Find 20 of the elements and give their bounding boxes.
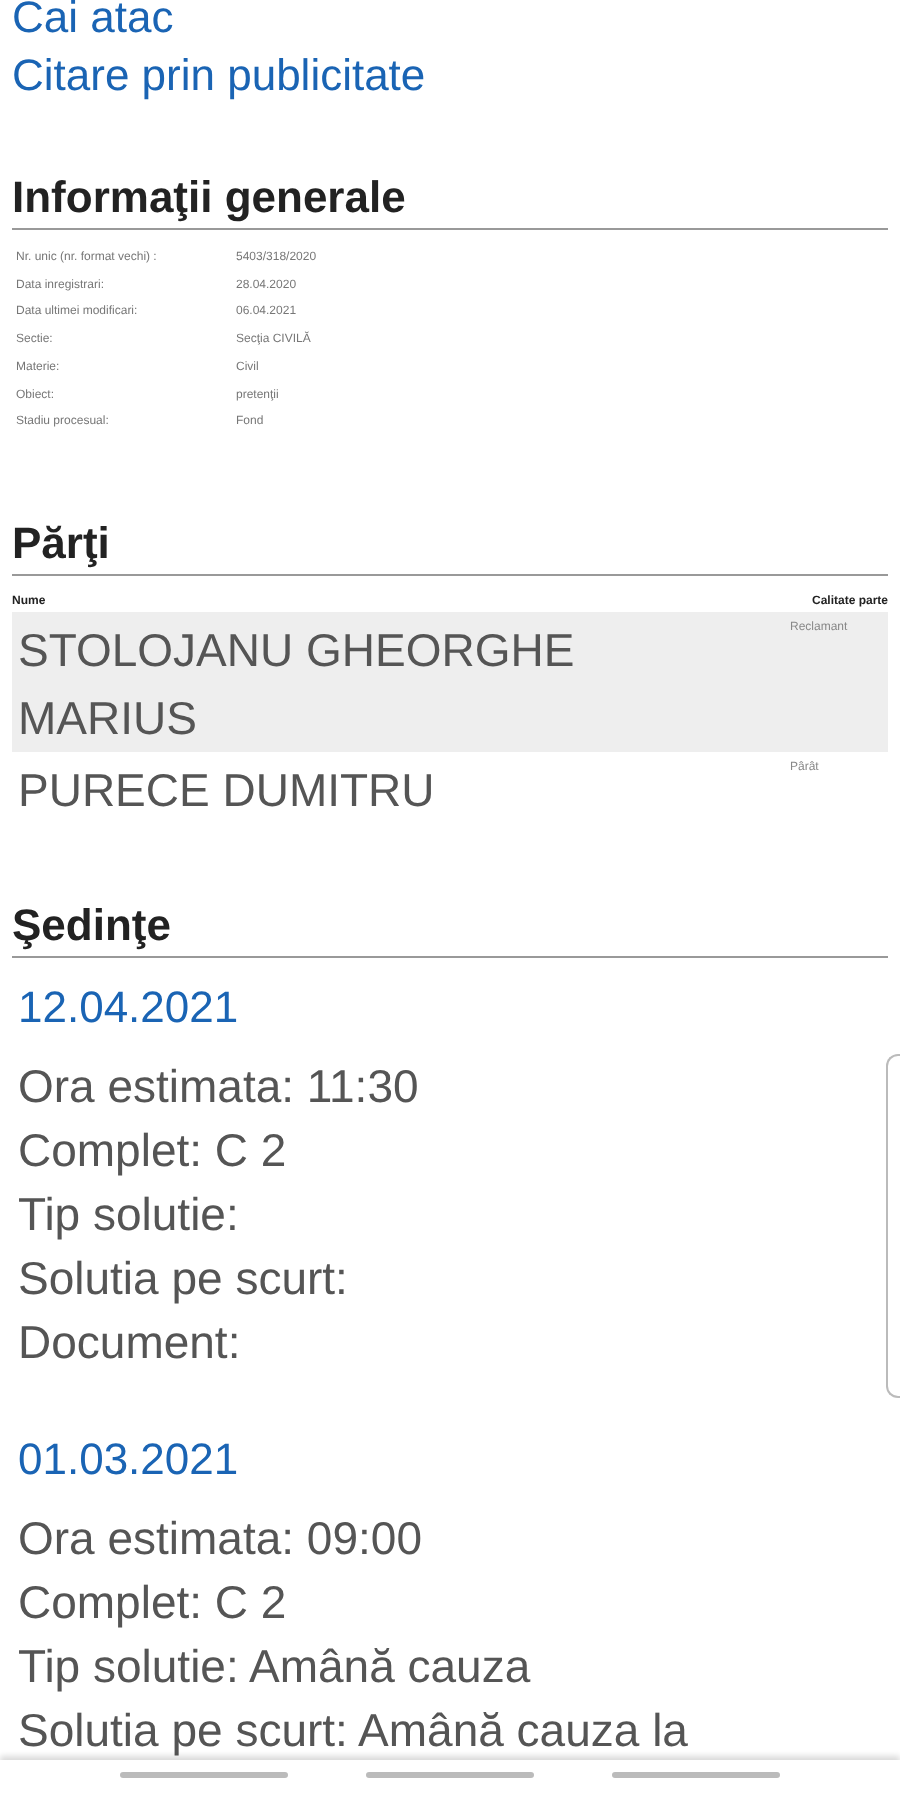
nav-handle[interactable]: [119, 1772, 288, 1778]
session-detail: Solutia pe scurt: Amână cauza la: [18, 1701, 690, 1760]
scroll-handle[interactable]: [886, 1054, 900, 1398]
section-heading: Informaţii generale: [12, 172, 888, 230]
session-date: 12.04.2021: [18, 979, 241, 1036]
section-heading: Părţi: [12, 517, 888, 576]
session-detail: Tip solutie:: [18, 1185, 241, 1244]
section-heading: Şedinţe: [12, 899, 888, 958]
session-detail: Complet: C 2: [18, 1121, 289, 1180]
case-link[interactable]: Cai atac: [12, 0, 174, 46]
case-link[interactable]: Citare prin publicitate: [12, 46, 426, 104]
session-detail: Complet: C 2: [18, 1573, 289, 1632]
session-detail: Document:: [18, 1313, 243, 1372]
session-detail: Ora estimata: 09:00: [18, 1509, 424, 1568]
nav-handle[interactable]: [612, 1772, 781, 1778]
session-detail: Ora estimata: 11:30: [18, 1057, 421, 1116]
session-date: 01.03.2021: [18, 1431, 241, 1488]
session-detail: Tip solutie: Amână cauza: [18, 1637, 533, 1696]
session-detail: Solutia pe scurt:: [18, 1249, 350, 1308]
nav-handle[interactable]: [365, 1772, 534, 1778]
